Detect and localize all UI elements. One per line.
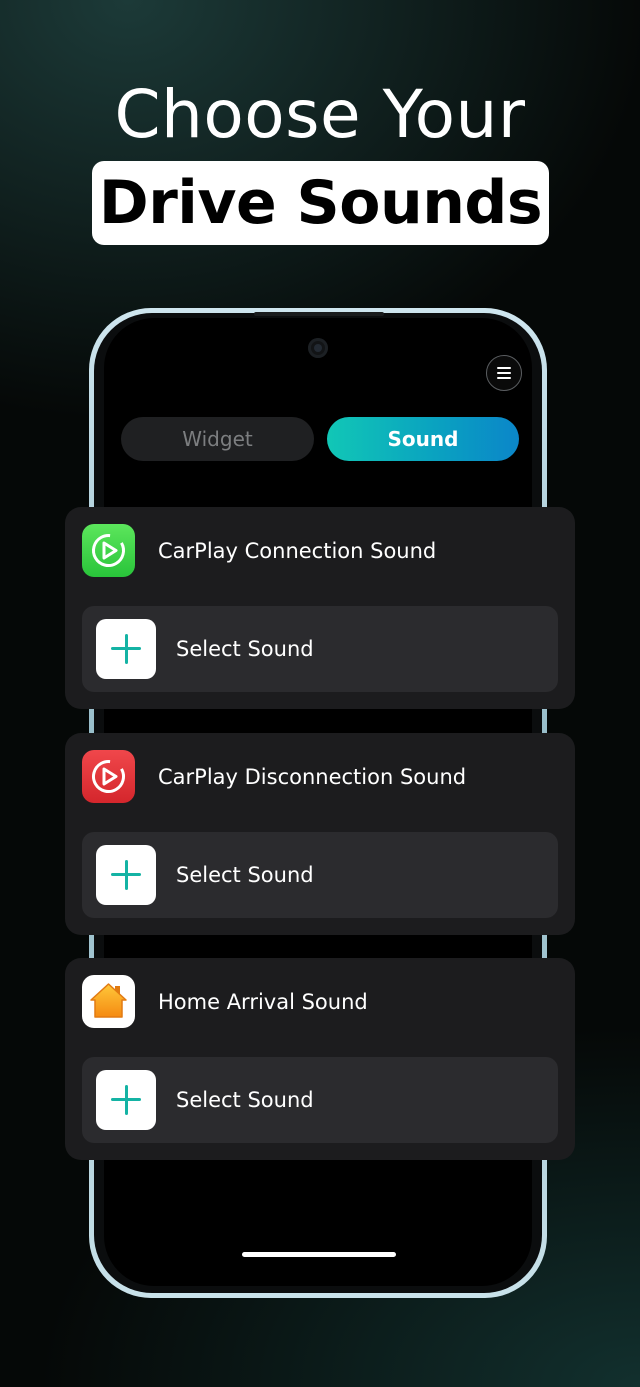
card-title: CarPlay Connection Sound bbox=[158, 539, 437, 563]
plus-icon bbox=[96, 1070, 156, 1130]
front-camera-icon bbox=[308, 338, 328, 358]
carplay-disconnect-icon bbox=[82, 750, 135, 803]
select-sound-button[interactable]: Select Sound bbox=[82, 832, 558, 918]
select-sound-button[interactable]: Select Sound bbox=[82, 1057, 558, 1143]
home-arrival-card: Home Arrival Sound Select Sound bbox=[65, 958, 575, 1160]
select-sound-label: Select Sound bbox=[176, 1088, 314, 1112]
card-title: Home Arrival Sound bbox=[158, 990, 368, 1014]
select-sound-label: Select Sound bbox=[176, 637, 314, 661]
home-icon bbox=[82, 975, 135, 1028]
plus-icon bbox=[96, 619, 156, 679]
select-sound-label: Select Sound bbox=[176, 863, 314, 887]
phone-speaker-slot bbox=[254, 312, 384, 316]
tab-sound[interactable]: Sound bbox=[327, 417, 519, 461]
tab-widget[interactable]: Widget bbox=[121, 417, 314, 461]
carplay-disconnection-card: CarPlay Disconnection Sound Select Sound bbox=[65, 733, 575, 935]
headline-line-2: Drive Sounds bbox=[98, 168, 543, 238]
home-indicator[interactable] bbox=[242, 1252, 396, 1257]
hamburger-menu-icon[interactable] bbox=[486, 355, 522, 391]
plus-icon bbox=[96, 845, 156, 905]
select-sound-button[interactable]: Select Sound bbox=[82, 606, 558, 692]
carplay-connect-icon bbox=[82, 524, 135, 577]
card-title: CarPlay Disconnection Sound bbox=[158, 765, 467, 789]
headline-line-1: Choose Your bbox=[114, 76, 526, 153]
carplay-connection-card: CarPlay Connection Sound Select Sound bbox=[65, 507, 575, 709]
